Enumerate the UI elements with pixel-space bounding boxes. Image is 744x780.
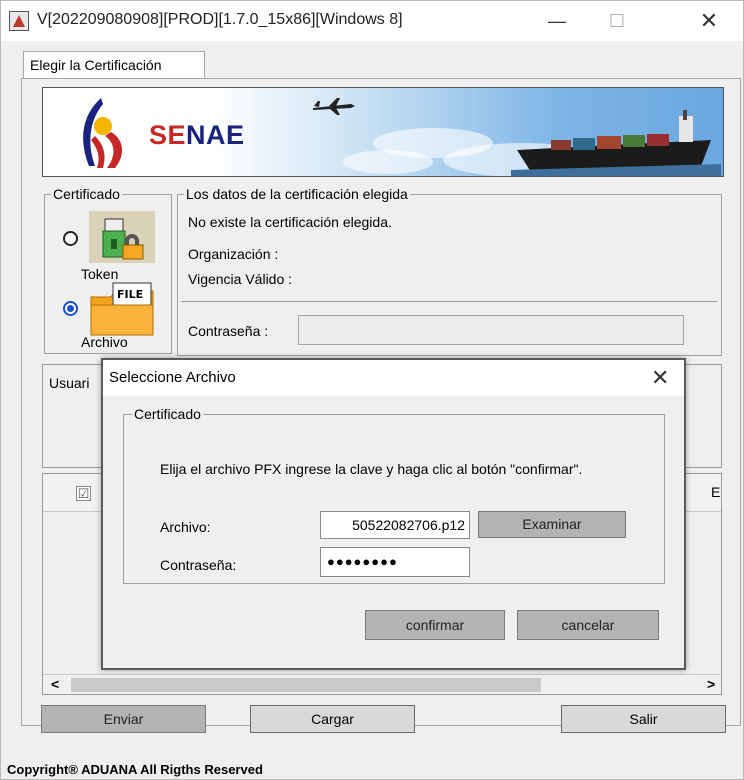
- dialog-password-field[interactable]: ●●●●●●●●: [320, 547, 470, 577]
- archivo-radio[interactable]: [63, 301, 78, 316]
- dialog-archivo-label: Archivo:: [160, 519, 211, 535]
- confirmar-button[interactable]: confirmar: [365, 610, 505, 640]
- minimize-button[interactable]: —: [537, 9, 577, 33]
- token-radio[interactable]: [63, 231, 78, 246]
- app-window: V[202209080908][PROD][1.7.0_15x86][Windo…: [0, 0, 744, 780]
- dialog-certificado-group: Certificado Elija el archivo PFX ingrese…: [123, 406, 665, 584]
- enviar-button[interactable]: Enviar: [41, 705, 206, 733]
- close-button[interactable]: ✕: [689, 9, 729, 33]
- divider: [181, 301, 717, 302]
- senae-brand-text: SENAE: [149, 120, 245, 150]
- cargo-ship-icon: [511, 110, 721, 176]
- file-icon-text: FILE: [117, 288, 143, 301]
- vigencia-label: Vigencia Válido :: [188, 271, 293, 287]
- dialog-password-value: ●●●●●●●●: [327, 554, 398, 569]
- select-all-checkbox[interactable]: ☑: [76, 486, 91, 501]
- archivo-path-field[interactable]: 50522082706.p12: [320, 511, 470, 539]
- java-app-icon: [9, 11, 29, 31]
- password-label: Contraseña :: [188, 323, 269, 339]
- examinar-button[interactable]: Examinar: [478, 511, 626, 538]
- file-folder-icon: FILE: [90, 282, 154, 336]
- copyright-text: Copyright® ADUANA All Rigths Reserved: [7, 762, 263, 777]
- cargar-button[interactable]: Cargar: [250, 705, 415, 733]
- scroll-right-icon[interactable]: >: [707, 676, 715, 692]
- dialog-close-icon[interactable]: ✕: [651, 365, 669, 391]
- horizontal-scrollbar[interactable]: < >: [43, 674, 721, 694]
- title-bar[interactable]: V[202209080908][PROD][1.7.0_15x86][Windo…: [1, 1, 743, 41]
- scroll-thumb[interactable]: [71, 678, 541, 692]
- tab-elegir-certificacion[interactable]: Elegir la Certificación: [23, 51, 205, 79]
- dialog-title-bar[interactable]: Seleccione Archivo ✕: [103, 360, 684, 396]
- certificacion-status: No existe la certificación elegida.: [188, 214, 392, 230]
- scroll-left-icon[interactable]: <: [51, 676, 59, 692]
- dialog-title: Seleccione Archivo: [109, 369, 236, 386]
- seleccione-archivo-dialog: Seleccione Archivo ✕ Certificado Elija e…: [101, 358, 686, 670]
- certificado-legend: Certificado: [51, 186, 122, 202]
- datos-legend: Los datos de la certificación elegida: [184, 186, 410, 202]
- maximize-button[interactable]: ☐: [597, 9, 637, 33]
- password-field[interactable]: [298, 315, 684, 345]
- salir-button[interactable]: Salir: [561, 705, 726, 733]
- archivo-label: Archivo: [81, 334, 128, 350]
- archivo-path-value: 50522082706.p12: [352, 517, 465, 533]
- table-header-partial: E: [711, 484, 721, 500]
- airplane-icon: [313, 98, 355, 115]
- usuario-header: Usuari: [49, 375, 90, 391]
- senae-logo-icon: [83, 98, 123, 168]
- senae-banner: SENAE: [42, 87, 724, 177]
- dialog-password-label: Contraseña:: [160, 557, 237, 573]
- usb-token-icon: [89, 211, 155, 263]
- token-label: Token: [81, 266, 119, 282]
- cancelar-button[interactable]: cancelar: [517, 610, 659, 640]
- organizacion-label: Organización :: [188, 246, 279, 262]
- dialog-certificado-legend: Certificado: [132, 406, 203, 422]
- window-title: V[202209080908][PROD][1.7.0_15x86][Windo…: [37, 11, 403, 28]
- dialog-instructions: Elija el archivo PFX ingrese la clave y …: [160, 461, 583, 477]
